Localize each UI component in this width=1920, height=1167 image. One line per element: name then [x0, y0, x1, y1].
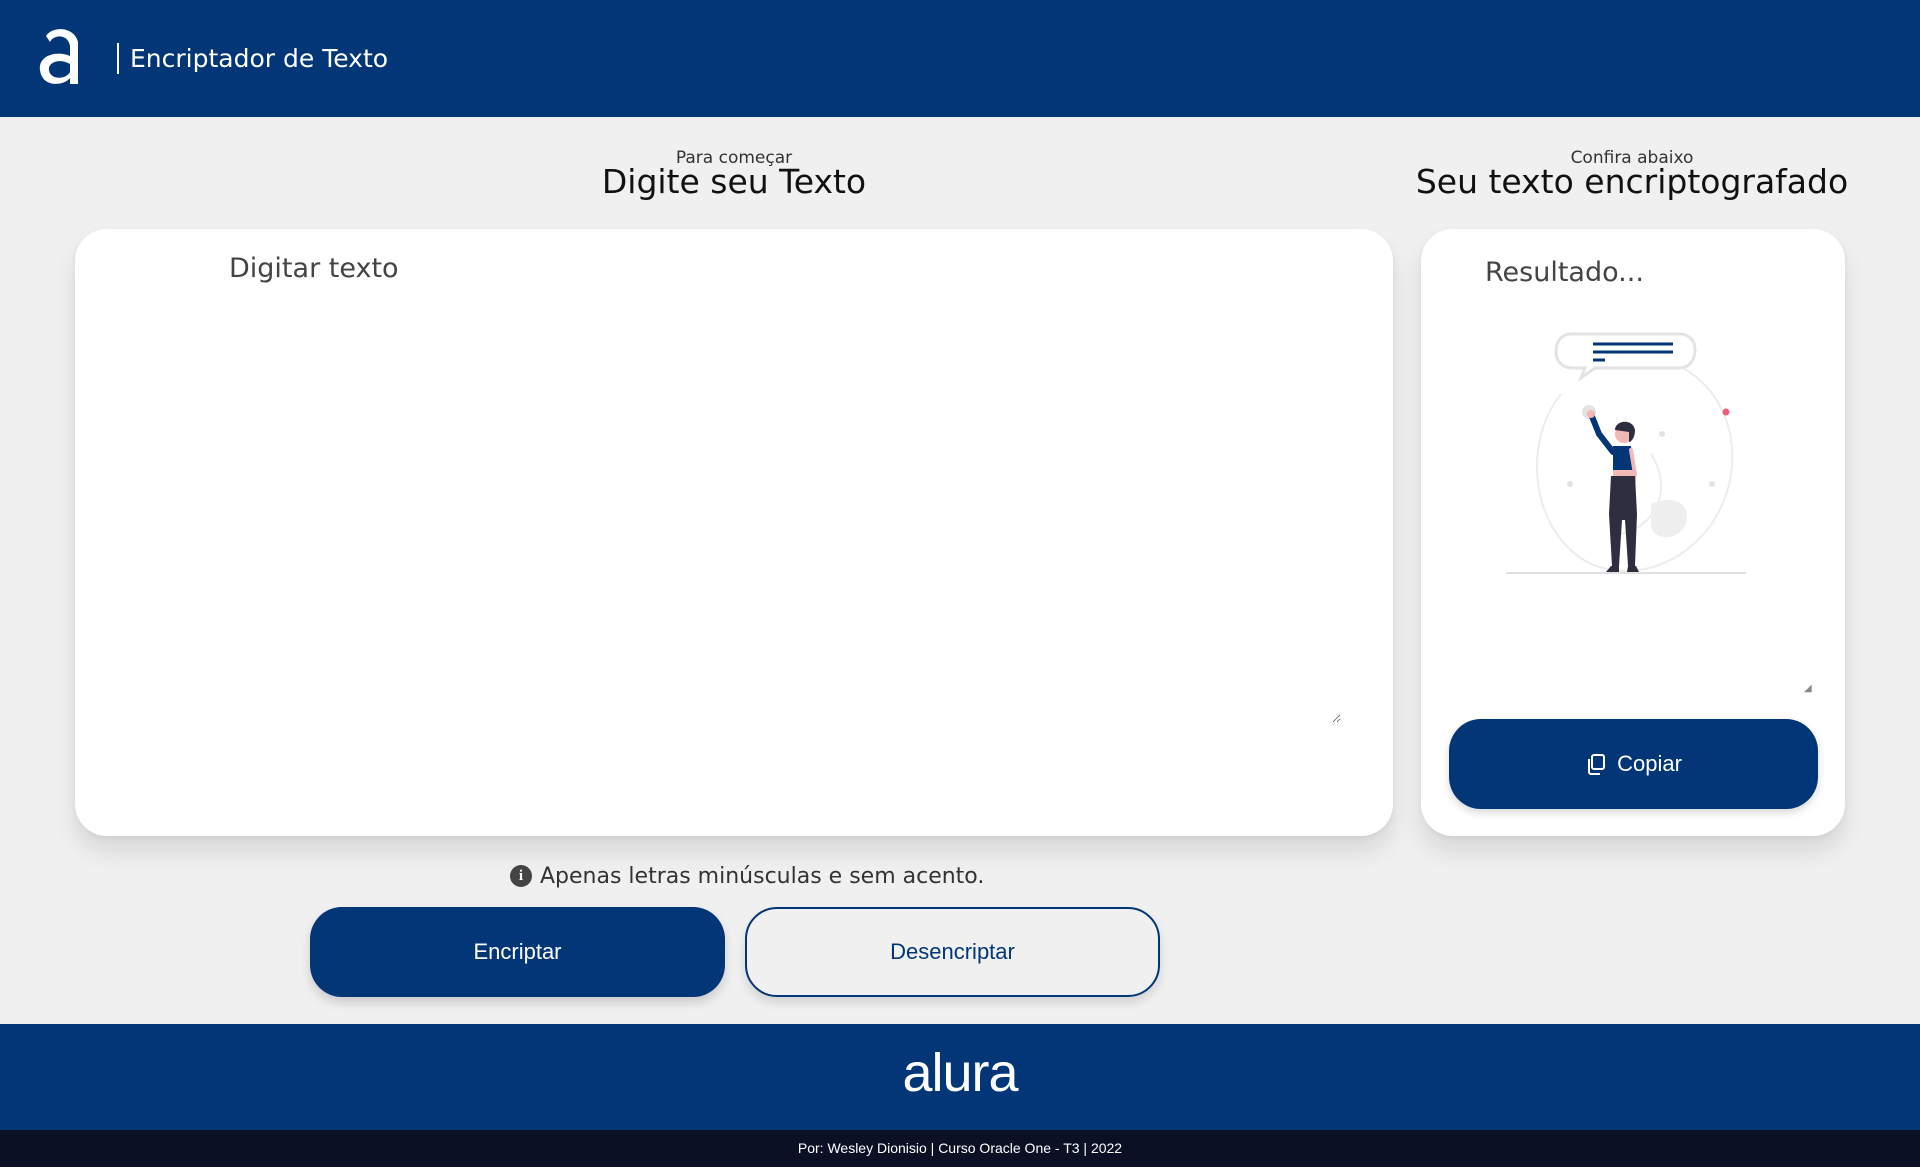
output-card: Resultado... ◢ Copiar	[1421, 229, 1845, 836]
resize-handle-icon[interactable]: ◢	[1804, 684, 1812, 694]
footer: alura	[0, 1024, 1920, 1130]
copy-button[interactable]: Copiar	[1449, 719, 1818, 809]
copy-label: Copiar	[1617, 751, 1682, 776]
info-text: Apenas letras minúsculas e sem acento.	[540, 863, 985, 889]
decrypt-button[interactable]: Desencriptar	[745, 907, 1160, 997]
text-input[interactable]	[229, 253, 1341, 723]
encrypt-button[interactable]: Encriptar	[310, 907, 725, 997]
info-icon: i	[510, 865, 532, 887]
copy-icon	[1588, 754, 1606, 775]
app-title: Encriptador de Texto	[117, 43, 388, 74]
woman-illustration-icon	[1506, 332, 1746, 574]
input-card	[75, 229, 1393, 836]
output-title: Seu texto encriptografado	[1415, 162, 1849, 201]
info-hint: i Apenas letras minúsculas e sem acento.	[510, 862, 984, 890]
result-placeholder[interactable]: Resultado...	[1485, 257, 1644, 288]
credits-bar: Por: Wesley Dionisio | Curso Oracle One …	[0, 1130, 1920, 1167]
input-title: Digite seu Texto	[601, 162, 867, 201]
footer-brand-logo: alura	[902, 1043, 1018, 1103]
alura-logo-icon[interactable]	[34, 20, 84, 90]
header: Encriptador de Texto	[0, 0, 1920, 117]
